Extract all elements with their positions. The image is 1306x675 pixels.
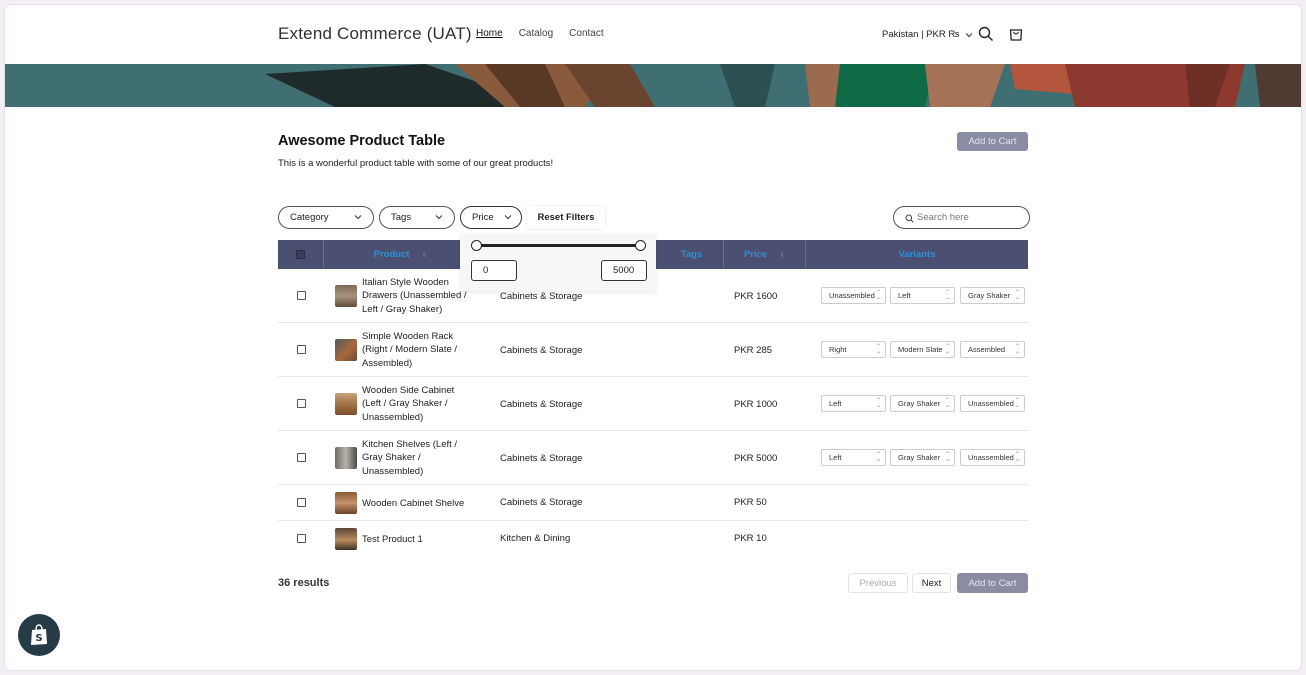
price-slider-min-handle[interactable] [471,240,482,251]
product-name[interactable]: Test Product 1 [362,533,502,546]
svg-text:S: S [35,633,42,644]
main-nav: Home Catalog Contact [476,28,604,39]
product-category: Cabinets & Storage [500,399,583,410]
sort-icon: ⇕ [779,251,786,259]
variant-select[interactable]: Modern Slate ⌃ ⌄ [890,341,955,358]
product-price: PKR 1600 [734,291,778,302]
chevron-down-icon [435,215,443,220]
hero-banner-image [5,64,1301,107]
variant-select[interactable]: Assembled ⌃ ⌄ [960,341,1025,358]
price-filter[interactable]: Price [460,206,522,229]
search-icon [905,214,914,223]
site-header: Extend Commerce (UAT) Home Catalog Conta… [5,5,1301,64]
product-thumbnail[interactable] [335,285,357,307]
tags-filter-label: Tags [391,212,412,223]
nav-home[interactable]: Home [476,28,503,39]
variant-select[interactable]: Gray Shaker ⌃ ⌄ [890,395,955,412]
product-thumbnail[interactable] [335,528,357,550]
row-checkbox[interactable] [297,291,306,300]
row-checkbox[interactable] [297,498,306,507]
product-price: PKR 5000 [734,453,778,464]
search-placeholder: Search here [917,212,969,223]
price-filter-popup: 0 5000 [460,233,656,291]
sort-icon: ⇕ [421,251,428,259]
table-row: Test Product 1 Kitchen & Dining PKR 10 [278,521,1028,557]
page-title: Awesome Product Table [278,133,446,149]
next-button[interactable]: Next [912,573,951,593]
product-name[interactable]: Wooden Cabinet Shelve [362,497,502,510]
country-label: Pakistan | PKR ₨ [882,29,960,40]
product-thumbnail[interactable] [335,339,357,361]
add-to-cart-button-top[interactable]: Add to Cart [957,132,1028,151]
variant-select[interactable]: Left ⌃ ⌄ [890,287,955,304]
shopify-badge[interactable]: S [18,614,60,656]
row-checkbox[interactable] [297,399,306,408]
row-checkbox[interactable] [297,534,306,543]
variant-select[interactable]: Left ⌃ ⌄ [821,395,886,412]
price-max-input[interactable]: 5000 [601,260,647,281]
product-name[interactable]: Wooden Side Cabinet (Left / Gray Shaker … [362,384,472,424]
page-subtitle: This is a wonderful product table with s… [278,158,554,169]
price-slider-max-handle[interactable] [635,240,646,251]
product-price: PKR 1000 [734,399,778,410]
product-category: Cabinets & Storage [500,497,583,508]
column-header-product[interactable]: Product ⇕ [324,240,478,269]
variant-select[interactable]: Unassembled ⌃ ⌄ [960,449,1025,466]
product-price: PKR 285 [734,345,773,356]
product-thumbnail[interactable] [335,393,357,415]
table-row: Kitchen Shelves (Left / Gray Shaker / Un… [278,431,1028,485]
column-header-price[interactable]: Price ⇕ [724,240,806,269]
reset-filters-button[interactable]: Reset Filters [527,206,605,229]
category-filter[interactable]: Category [278,206,374,229]
variant-select[interactable]: Unassembled ⌃ ⌄ [821,287,886,304]
select-all-cell [278,240,324,269]
select-all-checkbox[interactable] [296,250,305,259]
previous-button[interactable]: Previous [848,573,908,593]
column-header-variants: Variants [898,249,936,260]
variant-select[interactable]: Right ⌃ ⌄ [821,341,886,358]
chevron-down-icon [354,215,362,220]
column-header-tags[interactable]: Tags [660,240,724,269]
chevron-down-icon [966,32,973,37]
price-min-input[interactable]: 0 [471,260,517,281]
store-logo[interactable]: Extend Commerce (UAT) [278,24,472,44]
variant-select[interactable]: Left ⌃ ⌄ [821,449,886,466]
product-category: Cabinets & Storage [500,453,583,464]
add-to-cart-button-bottom[interactable]: Add to Cart [957,573,1028,593]
tags-filter[interactable]: Tags [379,206,455,229]
variant-select[interactable]: Gray Shaker ⌃ ⌄ [890,449,955,466]
price-filter-label: Price [472,212,494,223]
category-filter-label: Category [290,212,329,223]
search-input[interactable]: Search here [893,206,1030,229]
product-name[interactable]: Simple Wooden Rack (Right / Modern Slate… [362,330,472,370]
row-checkbox[interactable] [297,453,306,462]
variant-select[interactable]: Unassembled ⌃ ⌄ [960,395,1025,412]
product-category: Cabinets & Storage [500,345,583,356]
product-price: PKR 50 [734,497,767,508]
results-count: 36 results [278,577,330,589]
nav-catalog[interactable]: Catalog [519,28,553,39]
product-thumbnail[interactable] [335,492,357,514]
table-row: Wooden Side Cabinet (Left / Gray Shaker … [278,377,1028,431]
product-name[interactable]: Kitchen Shelves (Left / Gray Shaker / Un… [362,438,472,478]
price-slider-track[interactable] [477,244,641,247]
nav-contact[interactable]: Contact [569,28,603,39]
shopify-bag-icon: S [31,624,47,645]
variant-select[interactable]: Gray Shaker ⌃ ⌄ [960,287,1025,304]
browser-viewport: Extend Commerce (UAT) Home Catalog Conta… [5,5,1301,670]
country-selector[interactable]: Pakistan | PKR ₨ [882,29,973,40]
chevron-down-icon [504,215,512,220]
product-name[interactable]: Italian Style Wooden Drawers (Unassemble… [362,276,472,316]
cart-icon[interactable] [1007,25,1025,43]
table-row: Simple Wooden Rack (Right / Modern Slate… [278,323,1028,377]
search-icon[interactable] [977,25,995,43]
product-category: Cabinets & Storage [500,291,583,302]
row-checkbox[interactable] [297,345,306,354]
product-price: PKR 10 [734,533,767,544]
product-thumbnail[interactable] [335,447,357,469]
product-category: Kitchen & Dining [500,533,571,544]
table-row: Wooden Cabinet Shelve Cabinets & Storage… [278,485,1028,521]
